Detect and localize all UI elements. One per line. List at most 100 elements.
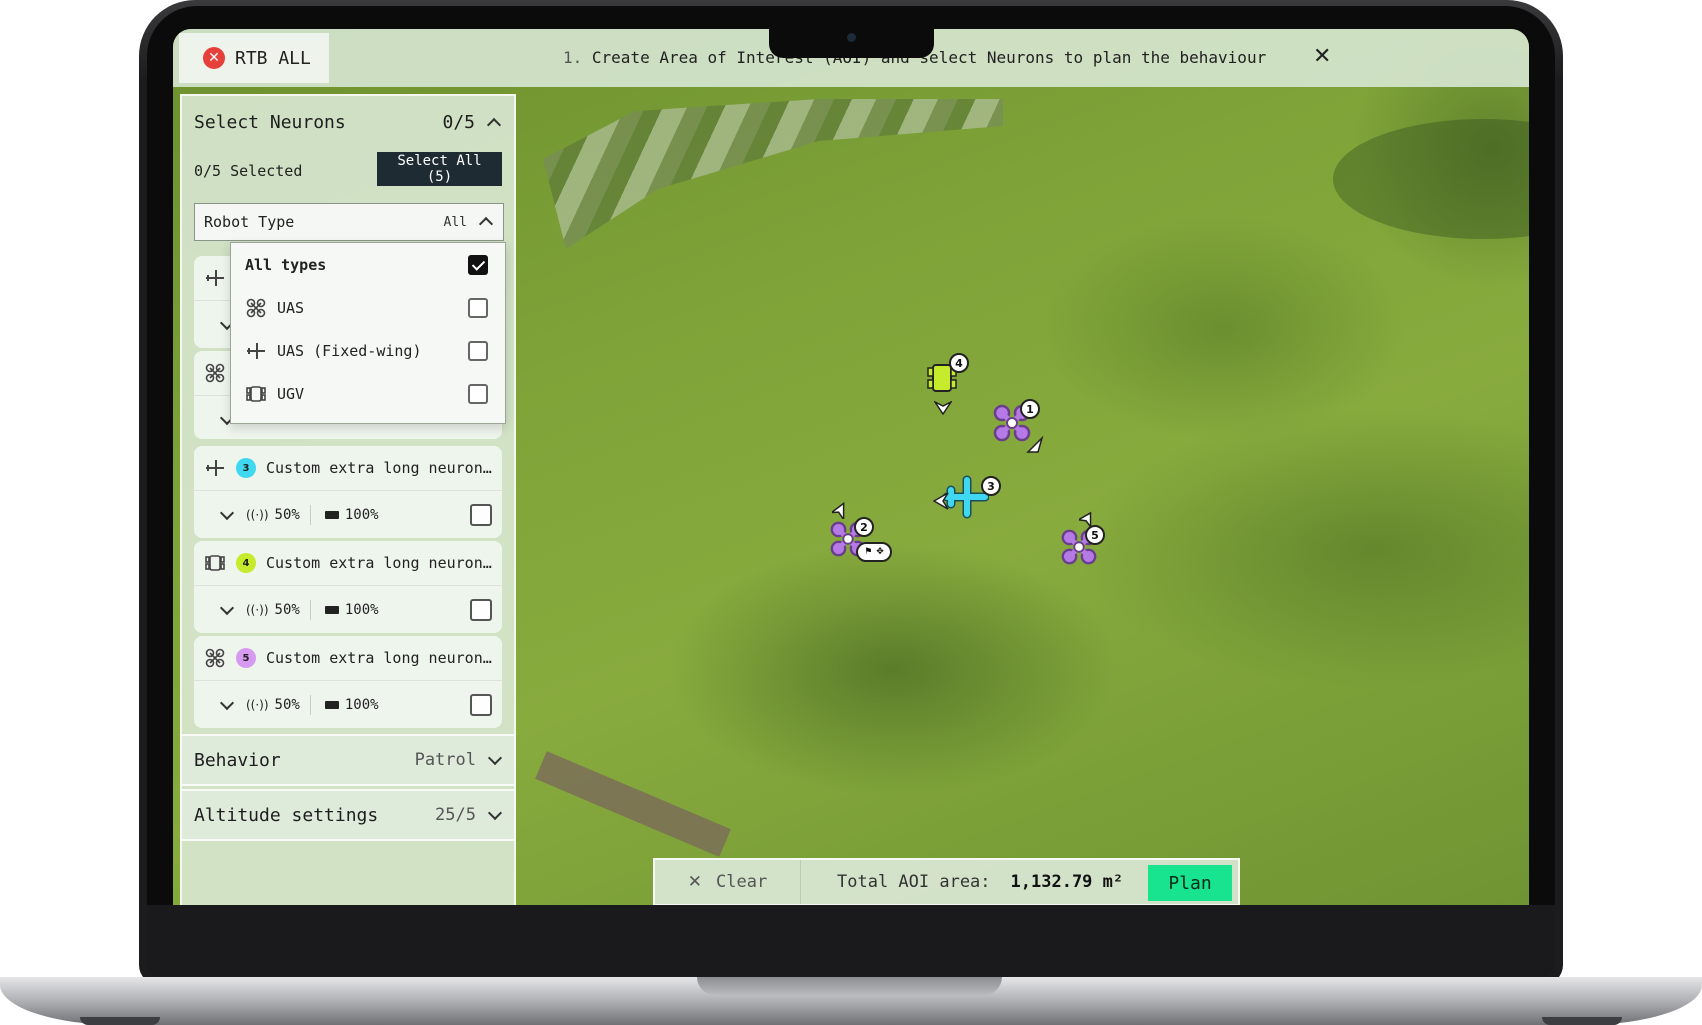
behavior-section[interactable]: Behavior Patrol (180, 734, 516, 786)
signal-value: 50% (274, 697, 300, 713)
neuron-checkbox[interactable] (470, 504, 492, 526)
divider (309, 695, 311, 715)
chevron-down-icon[interactable] (219, 505, 235, 521)
heading-arrow-icon (934, 401, 952, 415)
battery-icon (324, 511, 339, 519)
neuron-card-4[interactable]: 4 Custom extra long neuron… ((·)) 50% 100… (194, 541, 502, 633)
dropdown-item-label: All types (245, 255, 327, 274)
neuron-name: Custom extra long neuron… (266, 459, 492, 477)
map-road (535, 751, 731, 857)
battery-icon (324, 606, 339, 614)
map-marker-fixed-wing-3[interactable]: 3 (933, 474, 1001, 524)
chevron-down-icon[interactable] (219, 695, 235, 711)
chevron-down-icon (487, 750, 503, 766)
dropdown-item-label: UAS (Fixed-wing) (277, 341, 422, 360)
selected-count: 0/5 Selected (194, 162, 303, 180)
dropdown-item-label: UGV (277, 384, 305, 403)
panel-header[interactable]: Select Neurons 0/5 (194, 112, 502, 133)
behavior-value: Patrol (414, 750, 476, 770)
laptop-foot (80, 1017, 160, 1025)
map-marker-uas-1[interactable]: 1 (991, 399, 1044, 453)
laptop-chin (147, 905, 1555, 977)
behavior-label: Behavior (194, 749, 281, 771)
robot-type-label: Robot Type (204, 213, 295, 231)
altitude-settings-section[interactable]: Altitude settings 25/5 (180, 789, 516, 841)
instruction-step-number: 1. (563, 48, 583, 67)
laptop-base-notch (697, 977, 1002, 995)
battery-value: 100% (344, 507, 379, 523)
map-marker-ugv-4[interactable]: 4 (925, 353, 969, 415)
select-all-button[interactable]: Select All (5) (377, 152, 502, 186)
neuron-name: Custom extra long neuron… (266, 649, 492, 667)
flag-icon: ⚑ (864, 547, 873, 557)
clear-button[interactable]: ✕ Clear (655, 860, 801, 904)
quadcopter-icon (205, 648, 225, 668)
heading-arrow-icon (832, 501, 845, 519)
dropdown-item-all-types[interactable]: All types (231, 243, 505, 286)
dropdown-item-uas-fixed-wing[interactable]: UAS (Fixed-wing) (231, 329, 505, 372)
panel-title: Select Neurons (194, 112, 346, 133)
chevron-up-icon (478, 216, 494, 232)
neuron-checkbox[interactable] (470, 599, 492, 621)
chevron-down-icon[interactable] (219, 600, 235, 616)
marker-badge: 2 (854, 517, 874, 537)
checkbox[interactable] (468, 383, 488, 404)
select-neurons-panel: Select Neurons 0/5 0/5 Selected Select A… (180, 94, 516, 905)
chevron-down-icon (487, 805, 503, 821)
aoi-label: Total AOI area: (837, 872, 991, 892)
screen: 4 1 3 2 ⚑ ✥ 5 ✕ RTB ALL 1. Create Area o… (173, 29, 1529, 905)
rtb-all-button[interactable]: ✕ RTB ALL (179, 33, 329, 83)
dropdown-item-label: UAS (277, 298, 305, 317)
checkbox-checked[interactable] (468, 254, 488, 275)
signal-icon: ((·)) (246, 603, 269, 617)
signal-value: 50% (274, 602, 300, 618)
dropdown-item-uas[interactable]: UAS (231, 286, 505, 329)
battery-value: 100% (344, 697, 379, 713)
battery-value: 100% (344, 602, 379, 618)
marker-badge: 1 (1020, 399, 1040, 419)
marker-badge: 5 (1085, 525, 1105, 545)
neuron-card-5[interactable]: 5 Custom extra long neuron… ((·)) 50% 100… (194, 636, 502, 728)
signal-icon: ((·)) (246, 508, 269, 522)
neuron-card-3[interactable]: 3 Custom extra long neuron… ((·)) 50% 100… (194, 446, 502, 538)
quadcopter-icon (205, 363, 225, 383)
heading-arrow-icon (933, 492, 949, 510)
fixed-wing-icon (206, 270, 224, 286)
dropdown-item-ugv[interactable]: UGV (231, 372, 505, 415)
map-hedge (1333, 119, 1529, 239)
robot-type-dropdown: All types UAS UAS (Fixed-wing) UGV (230, 242, 506, 424)
map-marker-uas-5[interactable]: 5 (1059, 511, 1105, 571)
divider (309, 505, 311, 525)
marker-badge: 4 (949, 353, 969, 373)
clear-label: Clear (716, 872, 768, 892)
ugv-icon (205, 555, 225, 571)
gamepad-icon: ✥ (876, 547, 884, 557)
checkbox[interactable] (468, 297, 488, 318)
signal-value: 50% (274, 507, 300, 523)
neuron-count: 0/5 (442, 112, 475, 133)
plan-button[interactable]: Plan (1148, 865, 1232, 901)
neuron-id-badge: 3 (236, 458, 256, 478)
altitude-label: Altitude settings (194, 804, 379, 826)
map-houses (543, 99, 1003, 249)
altitude-value: 25/5 (435, 805, 476, 825)
aoi-area-readout: Total AOI area: 1,132.79 m² (801, 872, 1123, 892)
signal-icon: ((·)) (246, 698, 269, 712)
chevron-up-icon (486, 117, 502, 132)
heading-arrow-icon (1026, 436, 1044, 453)
map-marker-uas-2[interactable]: 2 ⚑ ✥ (828, 501, 892, 563)
neuron-name: Custom extra long neuron… (266, 554, 492, 572)
robot-type-value: All (443, 214, 467, 230)
robot-type-select[interactable]: Robot Type All (194, 203, 504, 241)
aoi-bottom-bar: ✕ Clear Total AOI area: 1,132.79 m² Plan (653, 858, 1240, 905)
laptop-foot (1542, 1017, 1622, 1025)
camera-notch (769, 28, 934, 58)
neuron-checkbox[interactable] (470, 694, 492, 716)
neuron-id-badge: 4 (236, 553, 256, 573)
camera-icon (847, 33, 856, 42)
checkbox[interactable] (468, 340, 488, 361)
neuron-id-badge: 5 (236, 648, 256, 668)
close-circle-icon: ✕ (203, 47, 225, 69)
close-icon[interactable]: ✕ (1313, 44, 1331, 69)
aoi-value: 1,132.79 m² (1010, 872, 1124, 892)
